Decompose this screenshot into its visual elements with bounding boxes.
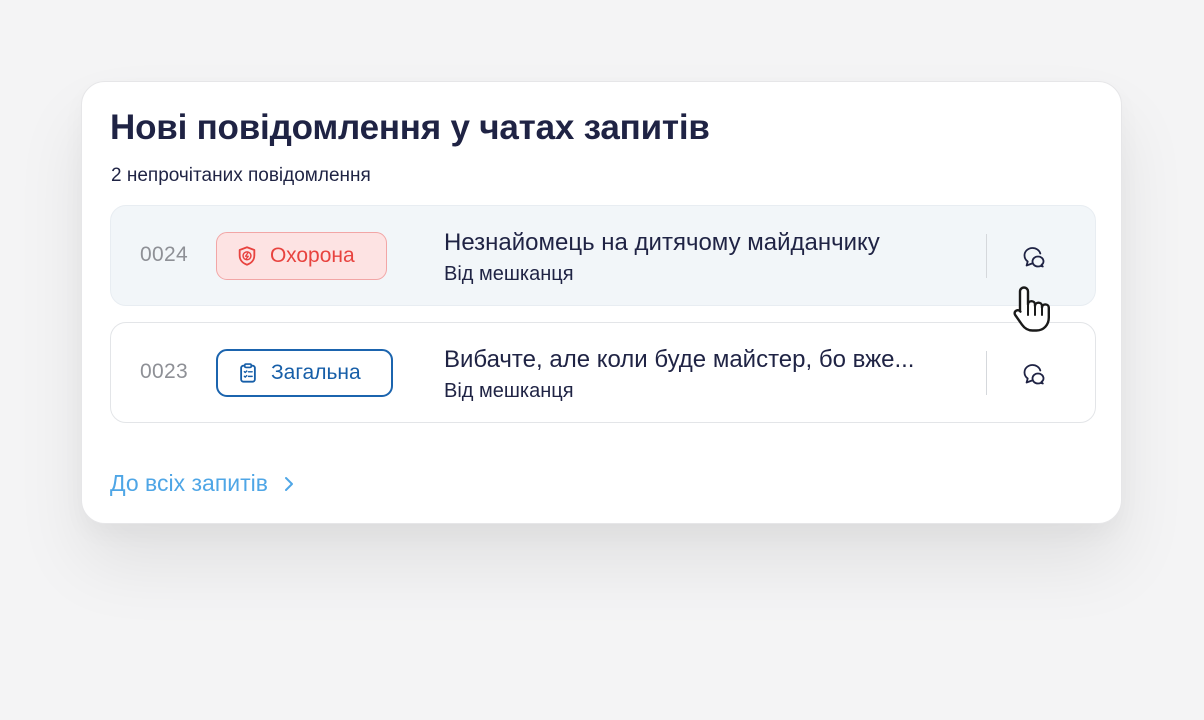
chat-bubbles-icon	[1023, 247, 1045, 268]
request-title: Незнайомець на дитячому майданчику	[444, 229, 880, 256]
unread-count: 2 непрочітаних повідомлення	[111, 165, 371, 186]
divider	[986, 351, 987, 395]
shield-icon	[238, 246, 256, 266]
category-tag: Загальна	[216, 349, 393, 397]
all-requests-label: До всіх запитів	[110, 470, 268, 496]
chevron-right-icon	[284, 476, 293, 491]
request-author: Від мешканця	[444, 263, 574, 285]
card-title: Нові повідомлення у чатах запитів	[110, 108, 710, 147]
category-label: Охорона	[270, 244, 355, 267]
request-id: 0023	[140, 360, 188, 383]
category-tag: Охорона	[216, 232, 387, 280]
open-chat-button[interactable]	[1013, 353, 1053, 393]
request-author: Від мешканця	[444, 380, 574, 402]
request-id: 0024	[140, 243, 188, 266]
chat-bubbles-icon	[1023, 364, 1045, 385]
new-messages-card: Нові повідомлення у чатах запитів 2 непр…	[81, 81, 1122, 524]
request-title: Вибачте, але коли буде майстер, бо вже..…	[444, 346, 915, 373]
clipboard-list-icon	[240, 363, 256, 383]
open-chat-button[interactable]	[1013, 236, 1053, 276]
divider	[986, 234, 987, 278]
request-row[interactable]: 0023 Загальна Вибачте, але коли буде май…	[110, 322, 1096, 423]
request-row[interactable]: 0024 Охорона Незнайомець на дитячому май…	[110, 205, 1096, 306]
category-label: Загальна	[271, 361, 361, 384]
all-requests-link[interactable]: До всіх запитів	[110, 470, 294, 497]
